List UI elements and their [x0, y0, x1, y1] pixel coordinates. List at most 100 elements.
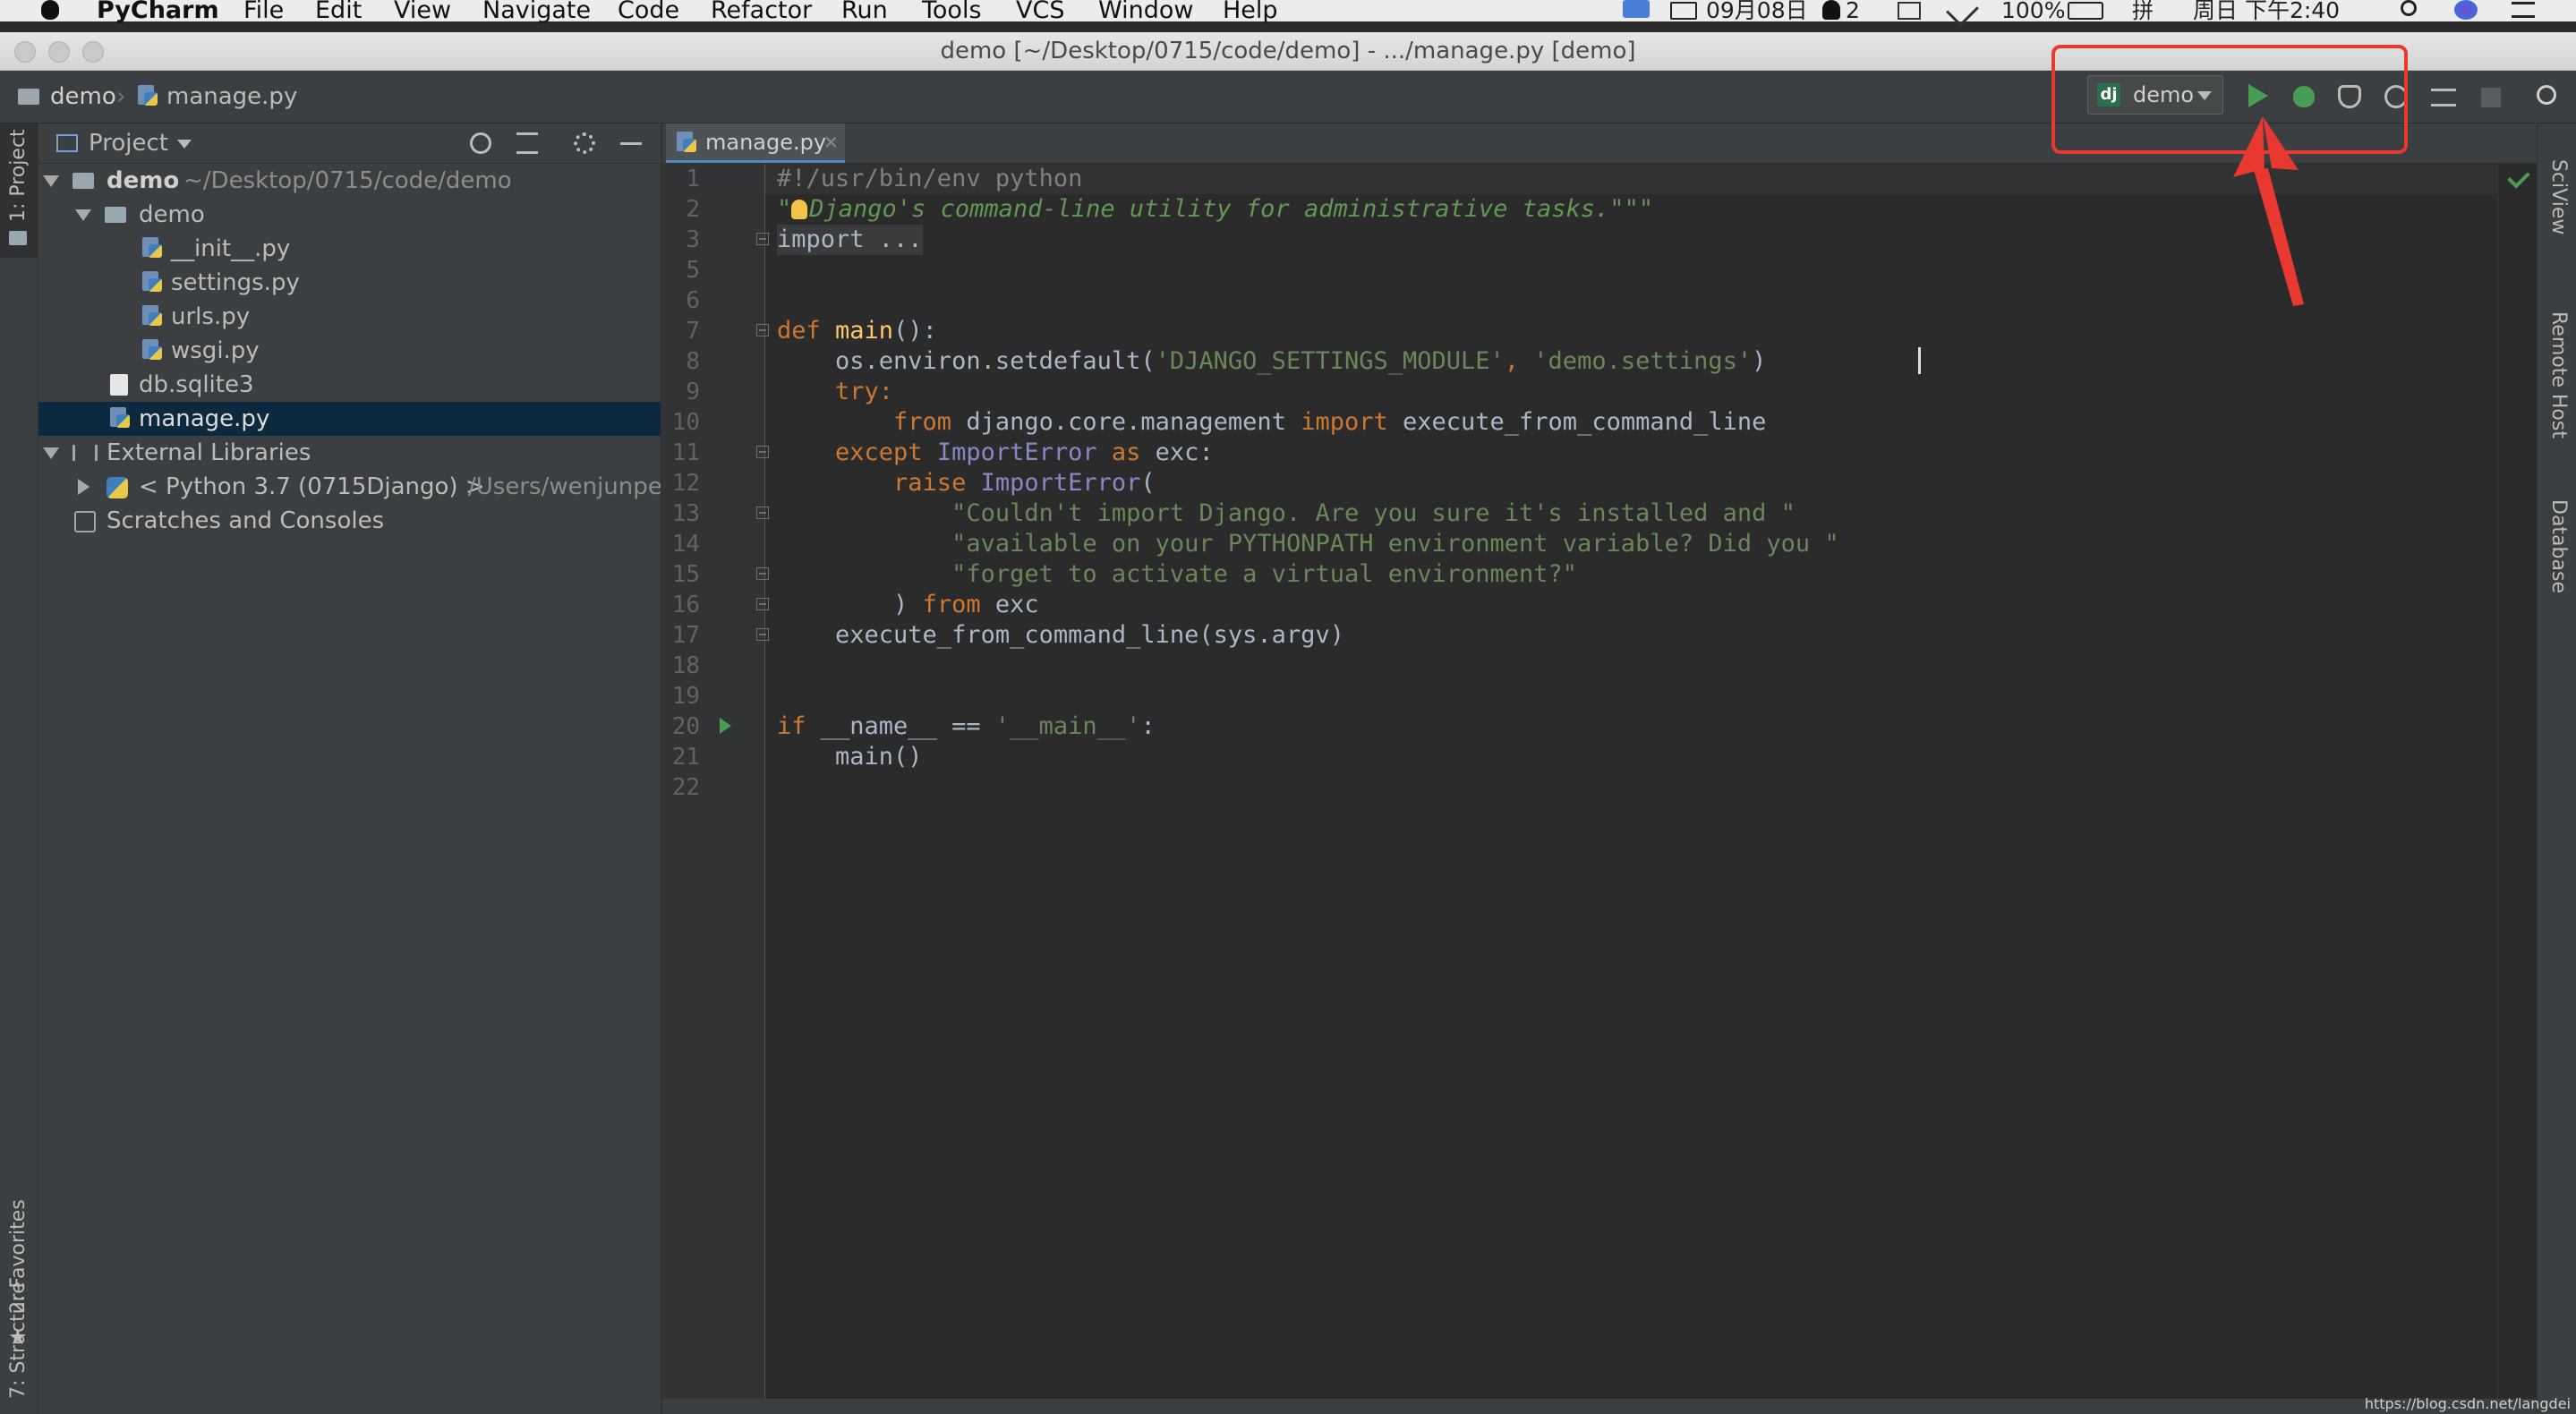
- line-number: 7: [686, 318, 700, 345]
- battery-icon[interactable]: [2068, 2, 2103, 20]
- python-file-icon: [142, 271, 162, 293]
- collapse-all-icon[interactable]: [516, 132, 538, 154]
- menu-navigate[interactable]: Navigate: [482, 0, 591, 27]
- wifi-icon[interactable]: [1946, 0, 1979, 27]
- scratches-label: Scratches and Consoles: [107, 507, 385, 534]
- line-number: 15: [671, 561, 700, 588]
- siri-icon[interactable]: [2454, 0, 2478, 20]
- arrow-shaft: [2254, 168, 2304, 306]
- folder-icon: [18, 89, 39, 105]
- qq-count: 2: [1846, 0, 1860, 23]
- tree-row-external-libraries[interactable]: External Libraries: [38, 436, 661, 470]
- structure-tool-label: 7: Structure: [7, 1282, 30, 1399]
- code-line: from django.core.management import execu…: [777, 408, 1767, 436]
- menubar-clock[interactable]: 周日 下午2:40: [2193, 0, 2340, 27]
- tree-row-root[interactable]: demo ~/Desktop/0715/code/demo: [38, 164, 661, 198]
- editor-tab-manage[interactable]: manage.py ✕: [666, 124, 845, 163]
- arrow-head: [2233, 116, 2265, 177]
- stop-icon[interactable]: [2481, 88, 2501, 107]
- fold-marker[interactable]: [756, 567, 769, 580]
- code-line: main(): [777, 743, 923, 771]
- database-tool-tab[interactable]: Database: [2538, 473, 2576, 634]
- search-everywhere-icon[interactable]: [2537, 85, 2556, 105]
- fold-marker[interactable]: [756, 446, 769, 458]
- menu-edit[interactable]: Edit: [315, 0, 362, 27]
- tree-row-manage[interactable]: manage.py: [38, 402, 661, 436]
- file-name: wsgi.py: [171, 337, 260, 364]
- menu-window[interactable]: Window: [1098, 0, 1193, 27]
- code-line: "forget to activate a virtual environmen…: [777, 560, 1578, 588]
- calendar-icon[interactable]: [1670, 2, 1697, 20]
- right-tool-strip: SciView Remote Host Database: [2537, 124, 2576, 1414]
- project-tool-tab[interactable]: 1: Project: [0, 124, 38, 258]
- screen-mirror-icon[interactable]: [1898, 2, 1921, 20]
- chevron-down-icon[interactable]: [177, 140, 192, 149]
- remote-host-tool-label: Remote Host: [2547, 311, 2570, 439]
- notification-center-icon[interactable]: [2512, 2, 2535, 18]
- tree-row-wsgi[interactable]: wsgi.py: [38, 334, 661, 368]
- line-number: 9: [686, 379, 700, 405]
- spotlight-icon[interactable]: [2401, 0, 2417, 16]
- chevron-down-icon[interactable]: [43, 175, 59, 187]
- fold-marker[interactable]: [756, 324, 769, 336]
- structure-tool-tab[interactable]: 7: Structure: [0, 1269, 38, 1412]
- menu-tools[interactable]: Tools: [922, 0, 982, 27]
- editor-scrollbar[interactable]: [2497, 164, 2538, 1399]
- close-tab-icon[interactable]: ✕: [823, 124, 839, 161]
- inspection-ok-icon[interactable]: [2507, 166, 2530, 189]
- run-gutter-icon[interactable]: [720, 718, 731, 734]
- input-method[interactable]: 拼: [2132, 0, 2154, 27]
- gear-icon[interactable]: [574, 132, 595, 154]
- folder-icon: [9, 231, 27, 245]
- line-number: 21: [671, 744, 700, 771]
- tree-row-init[interactable]: __init__.py: [38, 232, 661, 266]
- menu-file[interactable]: File: [243, 0, 284, 27]
- tree-row-demo-package[interactable]: demo: [38, 198, 661, 232]
- python-file-icon: [138, 85, 158, 106]
- menu-run[interactable]: Run: [841, 0, 888, 27]
- left-tool-strip: 1: Project 2: Favorites ★ 7: Structure: [0, 124, 38, 1414]
- tree-row-settings[interactable]: settings.py: [38, 266, 661, 300]
- library-icon: [73, 445, 98, 461]
- fold-marker[interactable]: [756, 507, 769, 519]
- root-folder-path: ~/Desktop/0715/code/demo: [183, 167, 512, 194]
- menu-vcs[interactable]: VCS: [1016, 0, 1064, 27]
- chevron-down-icon[interactable]: [75, 209, 91, 221]
- file-name: db.sqlite3: [139, 371, 254, 398]
- project-panel-title[interactable]: Project: [89, 124, 168, 163]
- code-line: ) from exc: [777, 591, 1039, 618]
- menu-view[interactable]: View: [394, 0, 451, 27]
- hide-panel-icon[interactable]: [620, 142, 642, 145]
- apple-icon[interactable]: [41, 0, 59, 20]
- run-concurrency-icon[interactable]: [2431, 89, 2456, 106]
- sogou-cs-icon[interactable]: [1623, 0, 1650, 18]
- line-number: 2: [686, 196, 700, 223]
- tree-row-urls[interactable]: urls.py: [38, 300, 661, 334]
- remote-host-tool-tab[interactable]: Remote Host: [2538, 285, 2576, 464]
- tree-row-scratches[interactable]: Scratches and Consoles: [38, 504, 661, 538]
- project-tree: demo ~/Desktop/0715/code/demo demo __ini…: [38, 164, 677, 1414]
- locate-file-icon[interactable]: [470, 132, 491, 154]
- menu-help[interactable]: Help: [1223, 0, 1278, 27]
- tree-row-python-sdk[interactable]: < Python 3.7 (0715Django) > /Users/wenju…: [38, 470, 677, 504]
- line-number: 16: [671, 592, 700, 618]
- menu-app[interactable]: PyCharm: [97, 0, 219, 27]
- chevron-down-icon[interactable]: [43, 447, 59, 459]
- code-line: execute_from_command_line(sys.argv): [777, 621, 1344, 649]
- fold-marker[interactable]: [756, 628, 769, 641]
- python-file-icon: [142, 305, 162, 327]
- line-number: 13: [671, 500, 700, 527]
- menu-refactor[interactable]: Refactor: [711, 0, 812, 27]
- watermark-text: https://blog.csdn.net/langdei: [2364, 1395, 2571, 1412]
- qq-icon[interactable]: [1822, 0, 1840, 20]
- fold-marker[interactable]: [756, 233, 769, 245]
- lightbulb-icon[interactable]: [791, 200, 808, 219]
- breadcrumb-project[interactable]: demo: [50, 71, 116, 123]
- fold-marker[interactable]: [756, 598, 769, 610]
- menu-code[interactable]: Code: [618, 0, 679, 27]
- tree-row-db[interactable]: db.sqlite3: [38, 368, 661, 402]
- sciview-tool-tab[interactable]: SciView: [2538, 132, 2576, 285]
- code-line: os.environ.setdefault('DJANGO_SETTINGS_M…: [777, 347, 1767, 375]
- breadcrumb-file[interactable]: manage.py: [166, 71, 297, 123]
- chevron-right-icon[interactable]: [78, 479, 90, 495]
